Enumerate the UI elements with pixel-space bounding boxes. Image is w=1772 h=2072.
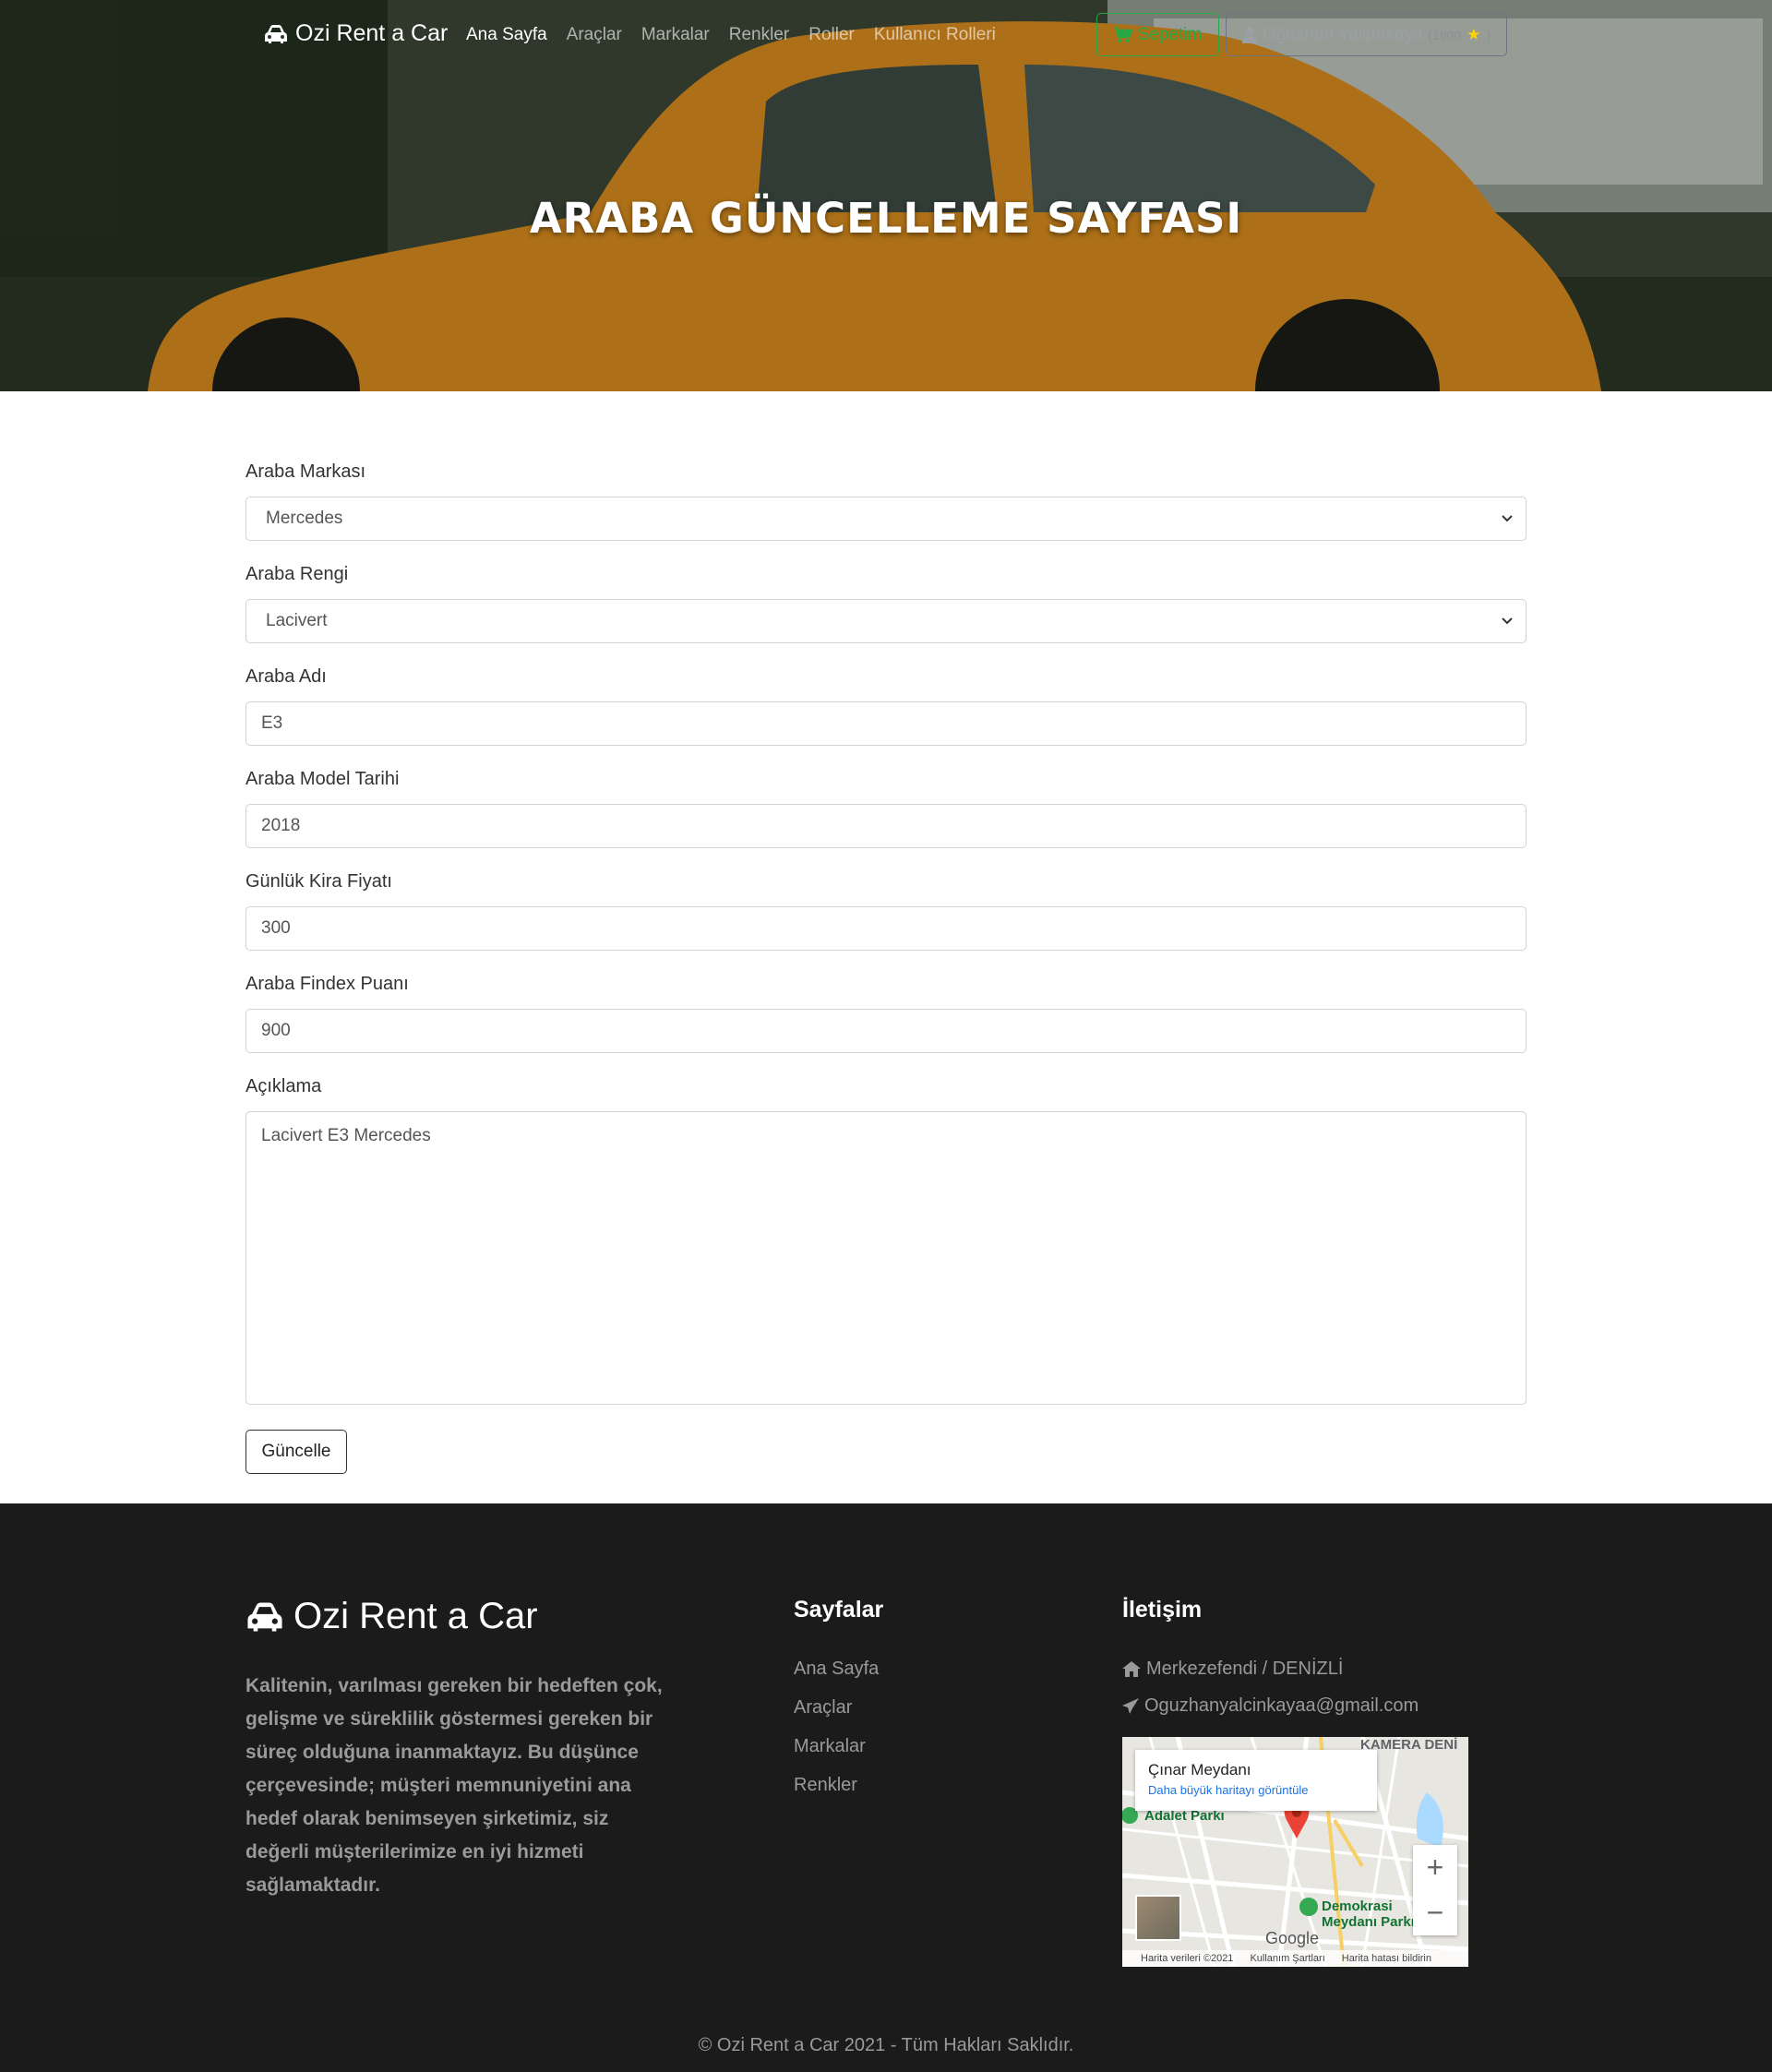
model-field-group: Araba Model Tarihi bbox=[245, 769, 1527, 848]
zoom-out-icon[interactable]: − bbox=[1427, 1896, 1444, 1930]
star-icon: ★ bbox=[1467, 25, 1481, 43]
name-field-group: Araba Adı bbox=[245, 666, 1527, 746]
user-icon bbox=[1241, 27, 1257, 43]
nav-links: Ana Sayfa Araçlar Markalar Renkler Rolle… bbox=[466, 25, 996, 45]
map-terms-link[interactable]: Kullanım Şartları bbox=[1250, 1953, 1324, 1964]
home-icon bbox=[1122, 1661, 1141, 1677]
user-name: Oğuzhan Yalçınkaya bbox=[1262, 24, 1423, 44]
footer-link-home[interactable]: Ana Sayfa bbox=[794, 1659, 879, 1680]
top-navbar: Ozi Rent a Car Ana Sayfa Araçlar Markala… bbox=[0, 0, 1772, 72]
nav-link-brands[interactable]: Markalar bbox=[641, 25, 710, 45]
footer-contact: Merkezefendi / DENİZLİ Oguzhanyalcinkaya… bbox=[1122, 1659, 1419, 1732]
hero-banner: Ozi Rent a Car Ana Sayfa Araçlar Markala… bbox=[0, 0, 1772, 391]
map-satellite-toggle[interactable] bbox=[1135, 1895, 1181, 1941]
map-larger-link[interactable]: Daha büyük haritayı görüntüle bbox=[1148, 1783, 1364, 1797]
footer-link-colors[interactable]: Renkler bbox=[794, 1775, 879, 1796]
brand-selected-value: Mercedes bbox=[266, 509, 343, 528]
nav-link-home[interactable]: Ana Sayfa bbox=[466, 25, 547, 45]
car-icon bbox=[247, 1602, 282, 1631]
brand-label: Araba Markası bbox=[245, 461, 366, 482]
chevron-down-icon bbox=[1502, 515, 1513, 522]
footer: Ozi Rent a Car Kalitenin, varılması gere… bbox=[0, 1503, 1772, 2072]
brand-link[interactable]: Ozi Rent a Car bbox=[264, 20, 448, 47]
page-title: ARABA GÜNCELLEME SAYFASI bbox=[529, 194, 1243, 243]
map-report-link[interactable]: Harita hatası bildirin bbox=[1342, 1953, 1431, 1964]
color-select[interactable]: Lacivert bbox=[245, 599, 1527, 643]
nav-link-roles[interactable]: Roller bbox=[808, 25, 855, 45]
color-label: Araba Rengi bbox=[245, 564, 349, 584]
map-attribution: Harita verileri ©2021 Kullanım Şartları … bbox=[1122, 1950, 1468, 1967]
nav-link-colors[interactable]: Renkler bbox=[729, 25, 789, 45]
nav-link-user-roles[interactable]: Kullanıcı Rolleri bbox=[874, 25, 996, 45]
nav-link-cars[interactable]: Araçlar bbox=[567, 25, 622, 45]
brand-field-group: Araba Markası Mercedes bbox=[245, 461, 1527, 541]
update-button[interactable]: Güncelle bbox=[245, 1430, 347, 1474]
car-icon bbox=[265, 24, 287, 43]
findex-score: (1900 bbox=[1428, 27, 1462, 42]
footer-link-cars[interactable]: Araçlar bbox=[794, 1697, 879, 1719]
description-label: Açıklama bbox=[245, 1076, 322, 1096]
name-label: Araba Adı bbox=[245, 666, 327, 687]
shopping-cart-icon bbox=[1113, 26, 1132, 42]
description-textarea[interactable]: Lacivert E3 Mercedes bbox=[245, 1111, 1527, 1405]
address-row: Merkezefendi / DENİZLİ bbox=[1122, 1659, 1419, 1680]
price-field-group: Günlük Kira Fiyatı bbox=[245, 871, 1527, 951]
footer-brand-name: Ozi Rent a Car bbox=[293, 1596, 538, 1636]
map-place-name: Çınar Meydanı bbox=[1148, 1761, 1251, 1779]
findex-label: Araba Findex Puanı bbox=[245, 974, 409, 994]
brand-name: Ozi Rent a Car bbox=[295, 20, 449, 46]
daily-price-input[interactable] bbox=[245, 906, 1527, 951]
user-menu-button[interactable]: Oğuzhan Yalçınkaya (1900 ★) bbox=[1226, 13, 1507, 56]
cart-button[interactable]: Sepetim bbox=[1096, 13, 1219, 56]
map-data-text: Harita verileri ©2021 bbox=[1141, 1953, 1234, 1964]
chevron-down-icon bbox=[1502, 617, 1513, 625]
cart-label: Sepetim bbox=[1137, 24, 1203, 44]
car-name-input[interactable] bbox=[245, 701, 1527, 746]
findex-field-group: Araba Findex Puanı bbox=[245, 974, 1527, 1053]
color-field-group: Araba Rengi Lacivert bbox=[245, 564, 1527, 643]
daily-price-label: Günlük Kira Fiyatı bbox=[245, 871, 392, 892]
findex-input[interactable] bbox=[245, 1009, 1527, 1053]
map-zoom-controls: + − bbox=[1413, 1845, 1457, 1935]
model-year-label: Araba Model Tarihi bbox=[245, 769, 400, 789]
footer-link-brands[interactable]: Markalar bbox=[794, 1736, 879, 1757]
footer-pages-title: Sayfalar bbox=[794, 1597, 884, 1623]
brand-select[interactable]: Mercedes bbox=[245, 497, 1527, 541]
footer-pages-links: Ana Sayfa Araçlar Markalar Renkler bbox=[794, 1659, 879, 1796]
email-text[interactable]: Oguzhanyalcinkayaa@gmail.com bbox=[1144, 1695, 1419, 1717]
email-row: Oguzhanyalcinkayaa@gmail.com bbox=[1122, 1695, 1419, 1717]
car-update-form: Araba Markası Mercedes Araba Rengi Laciv… bbox=[245, 461, 1527, 1474]
embedded-map[interactable]: KAMERA DENİ Adalet Parkı Demokrasi Meyda… bbox=[1122, 1737, 1468, 1967]
google-logo: Google bbox=[1265, 1929, 1320, 1947]
color-selected-value: Lacivert bbox=[266, 611, 328, 630]
footer-about-text: Kalitenin, varılması gereken bir hedefte… bbox=[245, 1675, 663, 1896]
map-place-card: Çınar Meydanı Daha büyük haritayı görünt… bbox=[1135, 1750, 1377, 1811]
score-close-paren: ) bbox=[1486, 27, 1491, 42]
paper-plane-icon bbox=[1122, 1697, 1139, 1714]
footer-contact-title: İletişim bbox=[1122, 1597, 1203, 1623]
copyright-text: © Ozi Rent a Car 2021 - Tüm Hakları Sakl… bbox=[698, 2035, 1074, 2055]
description-field-group: Açıklama Lacivert E3 Mercedes bbox=[245, 1076, 1527, 1409]
footer-brand: Ozi Rent a Car bbox=[245, 1596, 538, 1637]
address-text: Merkezefendi / DENİZLİ bbox=[1146, 1659, 1344, 1679]
zoom-in-icon[interactable]: + bbox=[1427, 1850, 1444, 1885]
model-year-input[interactable] bbox=[245, 804, 1527, 848]
